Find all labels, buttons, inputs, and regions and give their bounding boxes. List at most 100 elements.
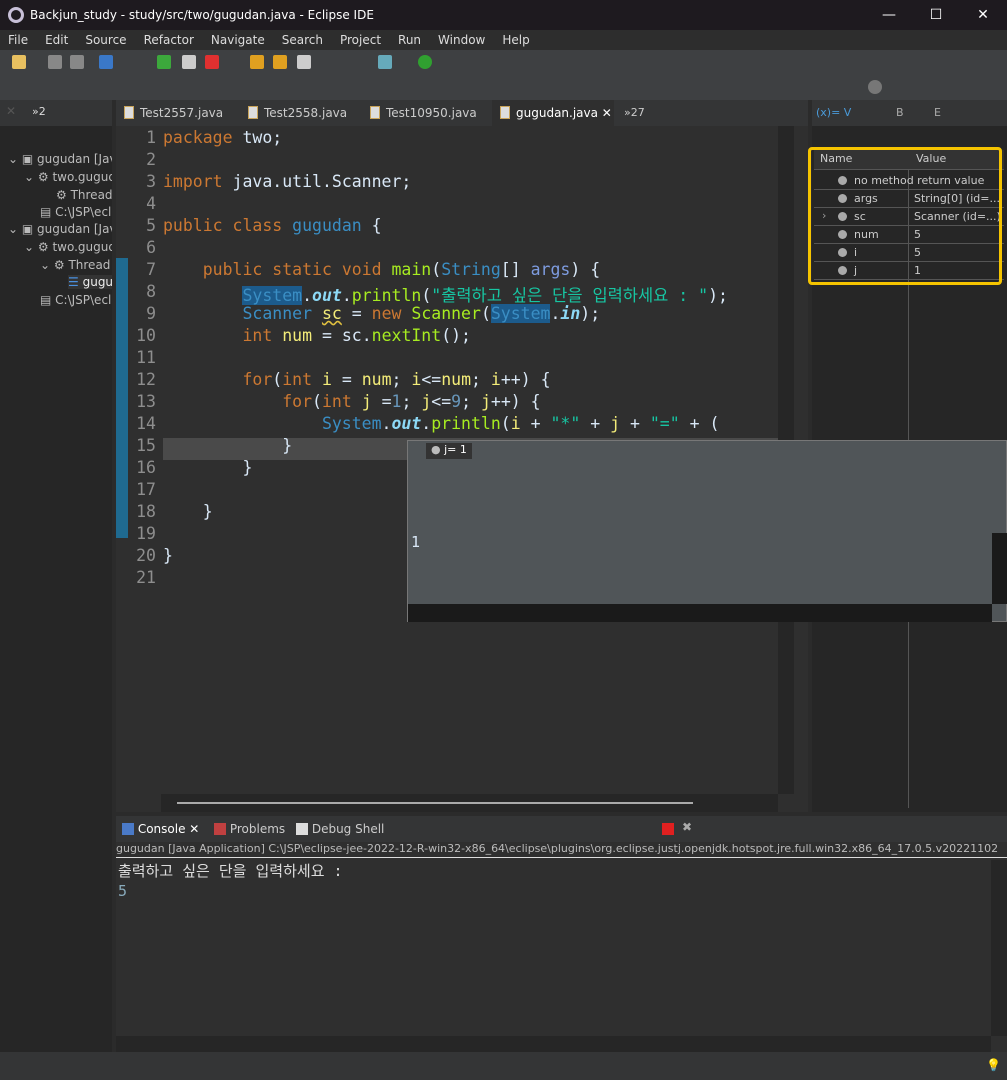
- code-line[interactable]: System.out.println("출력하고 싶은 단을 입력하세요 : "…: [163, 282, 728, 306]
- tree-item[interactable]: ▤ C:\JSP\eclipse: [40, 293, 112, 307]
- step-return-icon[interactable]: [297, 55, 311, 69]
- code-token: (: [500, 414, 511, 433]
- tree-item[interactable]: ⌄ ⚙ two.gugudan: [24, 170, 112, 184]
- tab-breakpoints[interactable]: B: [896, 106, 904, 119]
- new-icon[interactable]: [12, 55, 26, 69]
- step-over-icon[interactable]: [273, 55, 287, 69]
- tree-item[interactable]: ⌄ ⚙ Thread: [40, 258, 112, 272]
- code-line[interactable]: System.out.println(i + "*" + j + "=" + (: [163, 414, 719, 433]
- console-launch-label: gugudan [Java Application] C:\JSP\eclips…: [116, 842, 1007, 858]
- code-line[interactable]: Scanner sc = new Scanner(System.in);: [163, 304, 600, 323]
- code-token: }: [163, 436, 293, 455]
- tab-test2557[interactable]: Test2557.java: [116, 100, 240, 126]
- tab-overflow[interactable]: »27: [616, 100, 645, 126]
- run-icon[interactable]: [418, 55, 432, 69]
- code-token: static: [272, 260, 342, 279]
- code-token: <=: [421, 370, 442, 389]
- code-token: println: [351, 286, 422, 305]
- menu-run[interactable]: Run: [398, 33, 421, 47]
- tab-test10950[interactable]: Test10950.java: [362, 100, 492, 126]
- view-overflow[interactable]: »2: [32, 105, 46, 118]
- step-into-icon[interactable]: [250, 55, 264, 69]
- tree-item[interactable]: ⚙ Thread: [56, 188, 112, 202]
- tab-gugudan[interactable]: gugudan.java ✕: [492, 100, 614, 126]
- code-token: i: [490, 370, 501, 389]
- menu-file[interactable]: File: [8, 33, 28, 47]
- tree-item[interactable]: ▤ C:\JSP\eclipse: [40, 205, 112, 219]
- minimize-button[interactable]: —: [866, 0, 912, 30]
- code-token: package: [163, 128, 243, 147]
- maximize-button[interactable]: ☐: [913, 0, 959, 30]
- code-token: args: [530, 260, 571, 279]
- code-line[interactable]: int num = sc.nextInt();: [163, 326, 471, 345]
- close-button[interactable]: ✕: [960, 0, 1006, 30]
- code-token: num: [282, 326, 313, 345]
- code-token: (: [421, 286, 432, 305]
- code-token: void: [341, 260, 392, 279]
- code-line[interactable]: for(int j =1; j<=9; j++) {: [163, 392, 540, 411]
- code-token: (: [272, 370, 283, 389]
- menu-navigate[interactable]: Navigate: [211, 33, 265, 47]
- console-hscrollbar[interactable]: [116, 1036, 991, 1052]
- code-line[interactable]: }: [163, 436, 292, 455]
- save-all-icon[interactable]: [70, 55, 84, 69]
- menu-window[interactable]: Window: [438, 33, 485, 47]
- horizontal-scrollbar[interactable]: [161, 794, 778, 812]
- code-token: i: [411, 370, 422, 389]
- menu-search[interactable]: Search: [282, 33, 323, 47]
- menu-project[interactable]: Project: [340, 33, 381, 47]
- save-icon[interactable]: [48, 55, 62, 69]
- console-vscrollbar[interactable]: [991, 860, 1007, 1036]
- code-line[interactable]: }: [163, 502, 213, 521]
- menu-source[interactable]: Source: [85, 33, 126, 47]
- terminal-icon[interactable]: [99, 55, 113, 69]
- menu-edit[interactable]: Edit: [45, 33, 68, 47]
- code-token: (: [480, 304, 491, 323]
- tree-item-selected[interactable]: ☰ gugudan.main: [68, 275, 112, 289]
- tree-item[interactable]: ⌄ ▣ gugudan [Java Application]: [8, 152, 112, 166]
- menu-bar: File Edit Source Refactor Navigate Searc…: [0, 30, 1007, 50]
- code-token: "=": [649, 414, 680, 433]
- code-token: j: [610, 414, 621, 433]
- menu-help[interactable]: Help: [502, 33, 529, 47]
- resume-icon[interactable]: [157, 55, 171, 69]
- tab-expressions[interactable]: E: [934, 106, 941, 119]
- line-number: 19: [136, 524, 156, 543]
- code-line[interactable]: import java.util.Scanner;: [163, 172, 411, 191]
- tab-variables[interactable]: (x)= V: [816, 106, 851, 119]
- suspend-icon[interactable]: [182, 55, 196, 69]
- terminate-icon[interactable]: [205, 55, 219, 69]
- debug-icon[interactable]: [378, 55, 392, 69]
- code-token: String: [441, 260, 501, 279]
- code-line[interactable]: package two;: [163, 128, 282, 147]
- terminate-icon[interactable]: [662, 823, 674, 835]
- close-icon[interactable]: ✕: [6, 104, 16, 118]
- lightbulb-icon[interactable]: 💡: [986, 1058, 1001, 1072]
- tab-console[interactable]: Console ✕: [122, 822, 199, 836]
- left-tab-bar: ✕ »2: [0, 100, 112, 126]
- code-token: ++) {: [500, 370, 551, 389]
- code-token: System: [490, 304, 551, 323]
- code-token: import: [163, 172, 233, 191]
- line-number: 3: [146, 172, 156, 191]
- code-token: }: [163, 458, 253, 477]
- code-line[interactable]: public static void main(String[] args) {: [163, 260, 600, 279]
- code-token: ) {: [570, 260, 601, 279]
- tree-item[interactable]: ⌄ ▣ gugudan [Java Application]: [8, 222, 112, 236]
- code-token: +: [520, 414, 551, 433]
- code-line[interactable]: }: [163, 546, 173, 565]
- code-line[interactable]: public class gugudan {: [163, 216, 382, 235]
- code-line[interactable]: }: [163, 458, 252, 477]
- search-icon[interactable]: [868, 80, 882, 94]
- tab-problems[interactable]: Problems: [214, 822, 285, 836]
- code-token: +: [620, 414, 650, 433]
- remove-launch-icon[interactable]: ✖: [682, 820, 692, 834]
- menu-refactor[interactable]: Refactor: [144, 33, 194, 47]
- tab-test2558[interactable]: Test2558.java: [240, 100, 362, 126]
- code-line[interactable]: for(int i = num; i<=num; i++) {: [163, 370, 551, 389]
- tab-debug-shell[interactable]: Debug Shell: [296, 822, 384, 836]
- hover-hscrollbar[interactable]: [408, 604, 992, 622]
- hover-vscrollbar[interactable]: [992, 533, 1007, 604]
- tree-item[interactable]: ⌄ ⚙ two.gugudan: [24, 240, 112, 254]
